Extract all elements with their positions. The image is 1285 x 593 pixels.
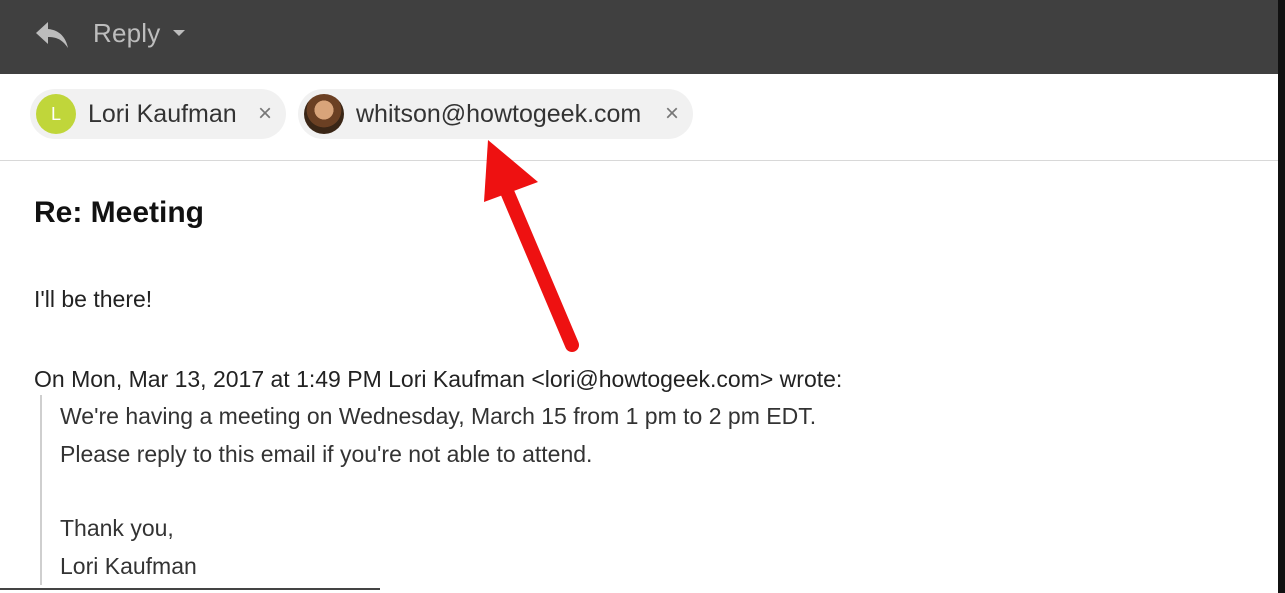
window-edge (1278, 0, 1285, 593)
reply-button[interactable]: Reply (93, 18, 160, 49)
reply-arrow-icon[interactable] (34, 20, 70, 50)
email-subject: Re: Meeting (34, 196, 205, 229)
quote-line: Please reply to this email if you're not… (60, 441, 593, 467)
quote-line: Thank you, (60, 515, 174, 541)
quoted-message: We're having a meeting on Wednesday, Mar… (40, 395, 1042, 585)
avatar: L (36, 94, 76, 134)
recipient-chip[interactable]: whitson@howtogeek.com × (298, 89, 693, 139)
reply-body-text[interactable]: I'll be there! (34, 286, 152, 313)
recipient-name: whitson@howtogeek.com (356, 99, 642, 128)
recipient-chip[interactable]: L Lori Kaufman × (30, 89, 286, 139)
avatar (304, 94, 344, 134)
close-icon[interactable]: × (665, 100, 679, 128)
recipients-field[interactable]: L Lori Kaufman × whitson@howtogeek.com × (0, 74, 1278, 161)
close-icon[interactable]: × (258, 100, 272, 128)
email-reply-window: Reply L Lori Kaufman × whitson@howtogeek… (0, 0, 1285, 593)
annotation-arrow-icon (484, 140, 579, 352)
divider (0, 588, 380, 590)
quote-header: On Mon, Mar 13, 2017 at 1:49 PM Lori Kau… (34, 366, 843, 392)
quote-line: Lori Kaufman (60, 553, 197, 579)
reply-toolbar: Reply (0, 0, 1278, 74)
quote-line: We're having a meeting on Wednesday, Mar… (60, 403, 817, 429)
recipient-name: Lori Kaufman (88, 99, 237, 128)
caret-down-icon[interactable] (173, 30, 185, 36)
